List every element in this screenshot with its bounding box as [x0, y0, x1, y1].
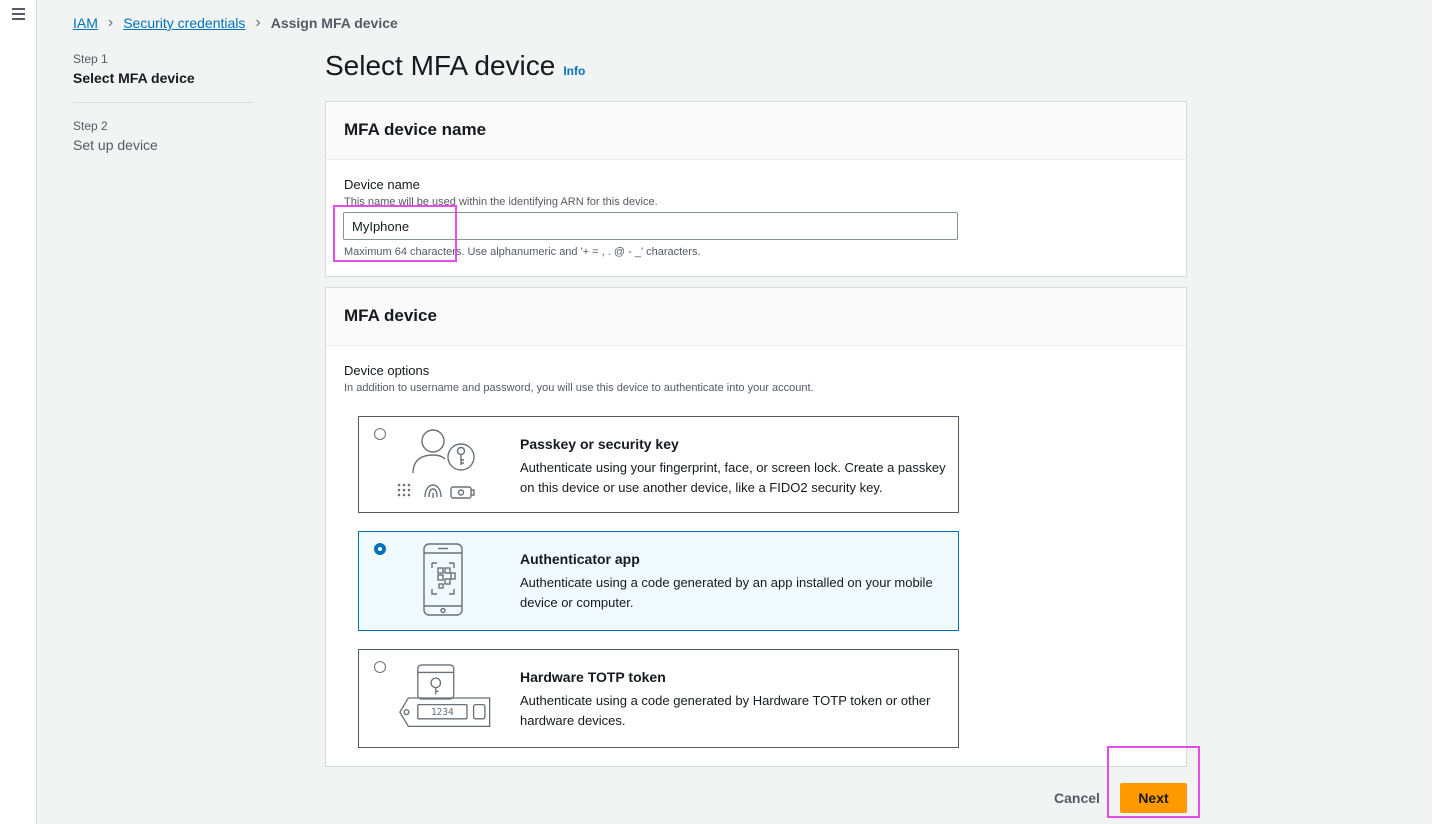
step-title: Select MFA device [73, 70, 195, 86]
step-1: Step 1 Select MFA device [73, 52, 253, 86]
hardware-token-icon: 1234 [399, 664, 491, 728]
step-title: Set up device [73, 137, 158, 153]
step-number: Step 1 [73, 52, 108, 66]
token-display: 1234 [431, 707, 454, 718]
authenticator-app-icon [423, 543, 463, 616]
menu-icon[interactable] [12, 8, 25, 20]
option-authenticator-app[interactable]: Authenticator app Authenticate using a c… [358, 531, 959, 631]
left-navigation [0, 0, 37, 824]
option-description: Authenticate using a code generated by H… [520, 693, 931, 728]
option-passkey[interactable]: Passkey or security key Authenticate usi… [358, 416, 959, 513]
panel-header: MFA device name [326, 102, 1186, 160]
option-description: Authenticate using a code generated by a… [520, 575, 933, 610]
breadcrumb-iam[interactable]: IAM [73, 15, 98, 31]
page-header: Select MFA device Info [325, 50, 585, 82]
option-title: Hardware TOTP token [520, 669, 666, 685]
device-name-panel: MFA device name Device name This name wi… [325, 101, 1187, 277]
cancel-button[interactable]: Cancel [1054, 790, 1100, 806]
device-name-constraint: Maximum 64 characters. Use alphanumeric … [344, 246, 701, 258]
chevron-right-icon: › [255, 14, 261, 31]
passkey-icon [397, 429, 475, 499]
wizard-steps: Step 1 Select MFA device Step 2 Set up d… [73, 52, 253, 153]
mfa-device-panel: MFA device Device options In addition to… [325, 287, 1187, 767]
radio-hardware-totp[interactable] [374, 661, 386, 673]
device-options-description: In addition to username and password, yo… [344, 382, 814, 394]
page-title: Select MFA device [325, 50, 556, 81]
breadcrumb-security-credentials[interactable]: Security credentials [123, 15, 245, 31]
radio-passkey[interactable] [374, 428, 386, 440]
radio-authenticator-app[interactable] [374, 543, 386, 555]
device-name-label: Device name [344, 177, 420, 192]
next-button[interactable]: Next [1120, 783, 1187, 813]
info-link[interactable]: Info [563, 64, 585, 78]
option-title: Passkey or security key [520, 436, 679, 452]
panel-header: MFA device [326, 288, 1186, 346]
step-divider [73, 102, 253, 103]
step-number: Step 2 [73, 119, 108, 133]
chevron-right-icon: › [107, 14, 114, 31]
option-description: Authenticate using your fingerprint, fac… [520, 460, 946, 495]
option-hardware-totp[interactable]: 1234 Hardware TOTP token Authenticate us… [358, 649, 959, 748]
device-options-label: Device options [344, 363, 430, 378]
device-name-description: This name will be used within the identi… [344, 196, 658, 208]
breadcrumb-current: Assign MFA device [270, 15, 398, 31]
step-2: Step 2 Set up device [73, 119, 253, 153]
breadcrumb: IAM › Security credentials › Assign MFA … [73, 14, 398, 32]
device-name-input[interactable] [343, 212, 958, 240]
option-title: Authenticator app [520, 551, 640, 567]
